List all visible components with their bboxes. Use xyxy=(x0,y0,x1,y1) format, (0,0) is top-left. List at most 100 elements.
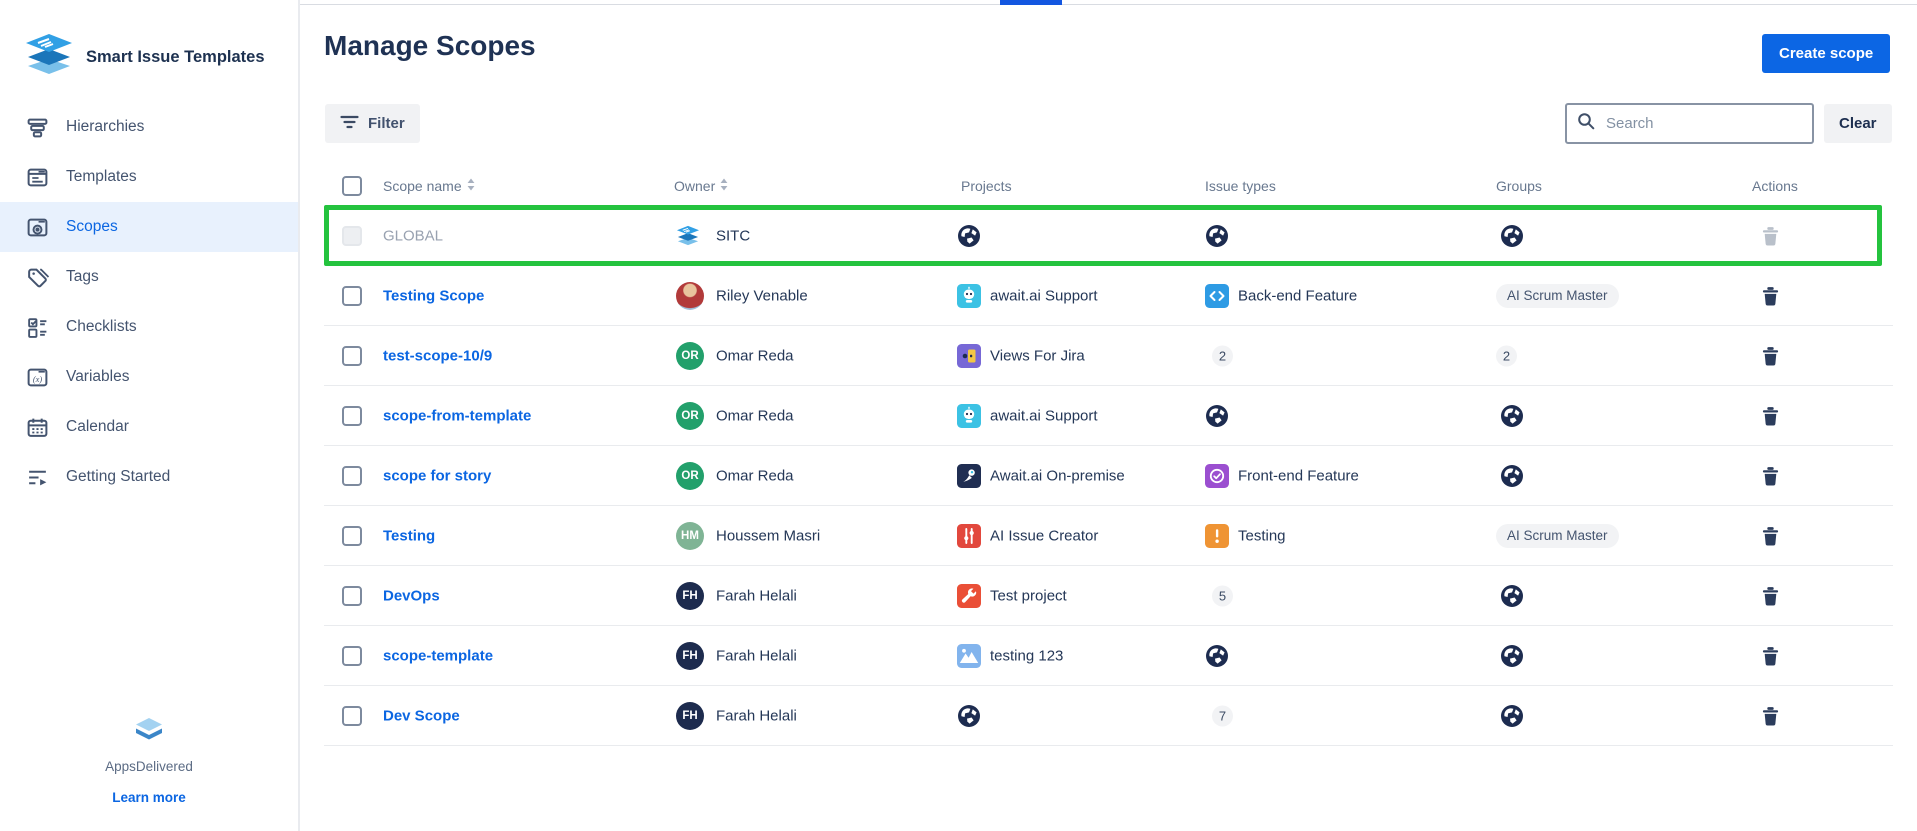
owner-name: Farah Helali xyxy=(716,587,797,604)
row-checkbox[interactable] xyxy=(342,646,362,666)
select-all-checkbox[interactable] xyxy=(342,176,362,196)
issue-type-name: Front-end Feature xyxy=(1238,467,1359,484)
project-label: Test project xyxy=(990,587,1067,604)
globe-icon xyxy=(1205,644,1229,668)
getting-started-icon xyxy=(25,465,49,489)
column-header-label: Actions xyxy=(1752,178,1798,194)
row-checkbox[interactable] xyxy=(342,406,362,426)
delete-scope-button[interactable] xyxy=(1762,346,1779,365)
scope-name-link[interactable]: DevOps xyxy=(383,587,440,604)
owner-name-label: Omar Reda xyxy=(716,467,794,484)
scope-name-link[interactable]: scope-template xyxy=(383,647,493,664)
checkbox[interactable] xyxy=(342,286,362,306)
column-header-actions: Actions xyxy=(1752,178,1798,194)
row-actions[interactable] xyxy=(1762,526,1779,545)
checkbox[interactable] xyxy=(342,706,362,726)
sitc-logo-icon xyxy=(676,224,700,248)
row-actions[interactable] xyxy=(1762,346,1779,365)
row-actions[interactable] xyxy=(1762,466,1779,485)
row-checkbox[interactable] xyxy=(342,286,362,306)
scope-name-link[interactable]: test-scope-10/9 xyxy=(383,347,492,364)
column-header-owner[interactable]: Owner xyxy=(674,178,728,194)
row-checkbox[interactable] xyxy=(342,526,362,546)
sidebar-item-scopes[interactable]: Scopes xyxy=(0,202,298,252)
column-header-name[interactable]: Scope name xyxy=(383,178,475,194)
checkbox[interactable] xyxy=(342,646,362,666)
project-name: AI Issue Creator xyxy=(990,527,1098,544)
issue-type-label: Testing xyxy=(1238,527,1286,544)
checkbox[interactable] xyxy=(342,346,362,366)
row-checkbox[interactable] xyxy=(342,466,362,486)
sidebar-item-hierarchies[interactable]: Hierarchies xyxy=(0,102,298,152)
scope-name-link[interactable]: Testing Scope xyxy=(383,287,484,304)
checkbox[interactable] xyxy=(342,406,362,426)
column-header-label: Groups xyxy=(1496,178,1542,194)
group-globe-icon xyxy=(1500,644,1524,668)
owner-name: Houssem Masri xyxy=(716,527,820,544)
user-photo-avatar xyxy=(676,282,704,310)
project-name: testing 123 xyxy=(990,647,1063,664)
learn-more-link[interactable]: Learn more xyxy=(0,790,298,805)
scope-name-label[interactable]: test-scope-10/9 xyxy=(383,347,492,364)
create-scope-button[interactable]: Create scope xyxy=(1762,34,1890,73)
owner-name-label: Farah Helali xyxy=(716,647,797,664)
delete-scope-button[interactable] xyxy=(1762,406,1779,425)
scope-name-label[interactable]: scope-from-template xyxy=(383,407,531,424)
project-globe-icon xyxy=(957,224,981,248)
issue-type-count-badge: 2 xyxy=(1212,345,1233,366)
row-checkbox[interactable] xyxy=(342,706,362,726)
scope-name-label[interactable]: scope for story xyxy=(383,467,491,484)
scope-name-label[interactable]: scope-template xyxy=(383,647,493,664)
views-for-jira-icon xyxy=(957,344,981,368)
scope-name-link[interactable]: scope-from-template xyxy=(383,407,531,424)
sidebar-item-tags[interactable]: Tags xyxy=(0,252,298,302)
scope-name-label[interactable]: DevOps xyxy=(383,587,440,604)
column-header-label: Issue types xyxy=(1205,178,1276,194)
sidebar-item-templates[interactable]: Templates xyxy=(0,152,298,202)
sidebar-item-checklists[interactable]: Checklists xyxy=(0,302,298,352)
delete-scope-button[interactable] xyxy=(1762,586,1779,605)
owner-avatar: OR xyxy=(676,402,704,430)
scope-name-label[interactable]: Dev Scope xyxy=(383,707,460,724)
scope-name-label[interactable]: Testing xyxy=(383,527,435,544)
project-name: Test project xyxy=(990,587,1067,604)
sidebar-item-getting-started[interactable]: Getting Started xyxy=(0,452,298,502)
sort-icon[interactable] xyxy=(720,178,728,194)
globe-icon xyxy=(1500,224,1524,248)
table-row: DevOpsFHFarah HelaliTest project5 xyxy=(324,566,1893,626)
clear-button[interactable]: Clear xyxy=(1824,104,1892,143)
calendar-icon xyxy=(25,415,49,439)
app-logo-icon xyxy=(24,33,74,82)
globe-icon xyxy=(1500,404,1524,428)
search-input[interactable] xyxy=(1604,114,1807,133)
row-checkbox[interactable] xyxy=(342,346,362,366)
sort-icon[interactable] xyxy=(467,178,475,194)
delete-scope-button[interactable] xyxy=(1762,526,1779,545)
scope-name-link[interactable]: scope for story xyxy=(383,467,491,484)
row-actions[interactable] xyxy=(1762,706,1779,725)
checkbox[interactable] xyxy=(342,466,362,486)
delete-scope-button[interactable] xyxy=(1762,466,1779,485)
avatar-initials: OR xyxy=(681,470,698,482)
delete-scope-button[interactable] xyxy=(1762,286,1779,305)
scope-name-link[interactable]: Dev Scope xyxy=(383,707,460,724)
sidebar-item-label: Tags xyxy=(66,268,99,286)
sidebar-item-calendar[interactable]: Calendar xyxy=(0,402,298,452)
delete-scope-button[interactable] xyxy=(1762,646,1779,665)
checkbox[interactable] xyxy=(342,586,362,606)
row-actions[interactable] xyxy=(1762,646,1779,665)
delete-scope-button[interactable] xyxy=(1762,706,1779,725)
row-actions[interactable] xyxy=(1762,586,1779,605)
filter-button[interactable]: Filter xyxy=(325,104,420,143)
sidebar-nav: HierarchiesTemplatesScopes Tags Checklists… xyxy=(0,102,298,502)
scope-name-label[interactable]: Testing Scope xyxy=(383,287,484,304)
scope-name-link[interactable]: Testing xyxy=(383,527,435,544)
column-header-label: Scope name xyxy=(383,178,462,194)
checkbox[interactable] xyxy=(342,526,362,546)
testing-123-icon xyxy=(957,644,981,668)
row-actions[interactable] xyxy=(1762,406,1779,425)
row-checkbox[interactable] xyxy=(342,586,362,606)
avatar-initials: OR xyxy=(681,350,698,362)
row-actions[interactable] xyxy=(1762,286,1779,305)
sidebar-item-variables[interactable]: (x)Variables xyxy=(0,352,298,402)
